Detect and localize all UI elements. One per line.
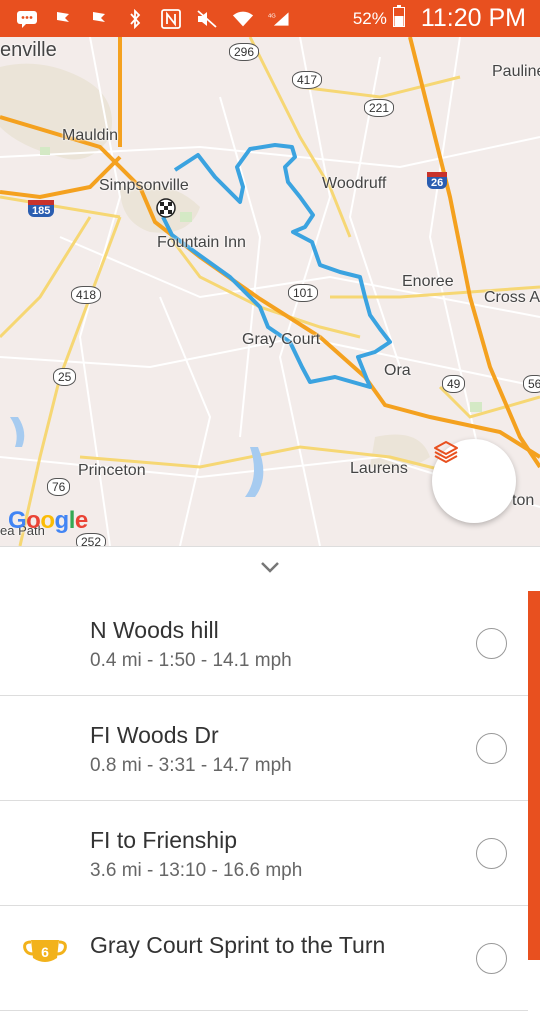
status-bar: 4G 52% 11:20 PM (0, 0, 540, 37)
message-icon (16, 9, 38, 29)
place-label: Mauldin (62, 127, 119, 144)
trophy-icon: 6 (22, 936, 68, 972)
svg-text:6: 6 (41, 944, 49, 960)
scrollbar[interactable] (528, 591, 540, 960)
place-label: Ora (384, 362, 411, 379)
svg-text:4G: 4G (268, 13, 276, 19)
segment-select-radio[interactable] (476, 628, 507, 659)
mute-icon (196, 9, 218, 29)
place-label: ton (512, 492, 535, 509)
segment-select-radio[interactable] (476, 838, 507, 869)
strava-flag-icon (52, 9, 74, 29)
strava-flag-icon-2 (88, 9, 110, 29)
sheet-collapse-handle[interactable] (0, 546, 540, 591)
place-label: Simpsonville (99, 177, 189, 194)
clock: 11:20 PM (420, 4, 526, 32)
segment-stats: 0.8 mi - 3:31 - 14.7 mph (90, 755, 292, 776)
finish-flag-marker (156, 198, 176, 218)
google-logo: Google (8, 507, 88, 534)
segment-select-radio[interactable] (476, 943, 507, 974)
route-shield: 296 (229, 43, 260, 61)
place-label: Laurens (350, 460, 408, 477)
place-label: Princeton (78, 462, 146, 479)
segment-name: N Woods hill (90, 617, 219, 643)
interstate-shield: 26 (427, 172, 448, 189)
segment-row[interactable]: FI Woods Dr 0.8 mi - 3:31 - 14.7 mph (0, 696, 528, 801)
map-view[interactable]: enville Pauline Mauldin Simpsonville Woo… (0, 37, 540, 546)
segment-row[interactable]: FI to Frienship 3.6 mi - 13:10 - 16.6 mp… (0, 801, 528, 906)
route-shield: 418 (71, 286, 102, 304)
place-label: Pauline (492, 63, 540, 80)
place-label: Gray Court (242, 331, 321, 348)
segment-name: FI to Frienship (90, 827, 237, 853)
segment-name: Gray Court Sprint to the Turn (90, 932, 386, 958)
segment-stats: 3.6 mi - 13:10 - 16.6 mph (90, 860, 303, 881)
bluetooth-icon (124, 8, 146, 29)
segment-list[interactable]: N Woods hill 0.4 mi - 1:50 - 14.1 mph FI… (0, 591, 540, 1011)
battery-percent: 52% (352, 8, 387, 28)
route-shield: 101 (288, 284, 319, 302)
signal-icon: 4G (268, 9, 290, 29)
route-shield: 221 (364, 99, 395, 117)
route-shield: 56 (523, 375, 540, 393)
segment-select-radio[interactable] (476, 733, 507, 764)
segment-name: FI Woods Dr (90, 722, 219, 748)
segment-row[interactable]: N Woods hill 0.4 mi - 1:50 - 14.1 mph (0, 591, 528, 696)
place-label: Cross A (484, 289, 540, 306)
segment-stats: 0.4 mi - 1:50 - 14.1 mph (90, 650, 292, 671)
route-shield: 76 (47, 478, 71, 496)
place-label: enville (0, 39, 57, 61)
place-label: Woodruff (322, 175, 387, 192)
battery-icon (392, 5, 405, 32)
route-shield: 417 (292, 71, 323, 89)
map-layers-button[interactable] (432, 439, 516, 523)
wifi-icon (232, 9, 254, 29)
segment-row[interactable]: 6 Gray Court Sprint to the Turn (0, 906, 528, 1011)
place-label: Fountain Inn (157, 234, 246, 251)
chevron-down-icon (259, 560, 281, 579)
route-shield: 49 (442, 375, 466, 393)
route-shield: 25 (53, 368, 77, 386)
place-label: Enoree (402, 273, 454, 290)
nfc-icon (160, 8, 182, 29)
interstate-shield: 185 (28, 200, 55, 217)
